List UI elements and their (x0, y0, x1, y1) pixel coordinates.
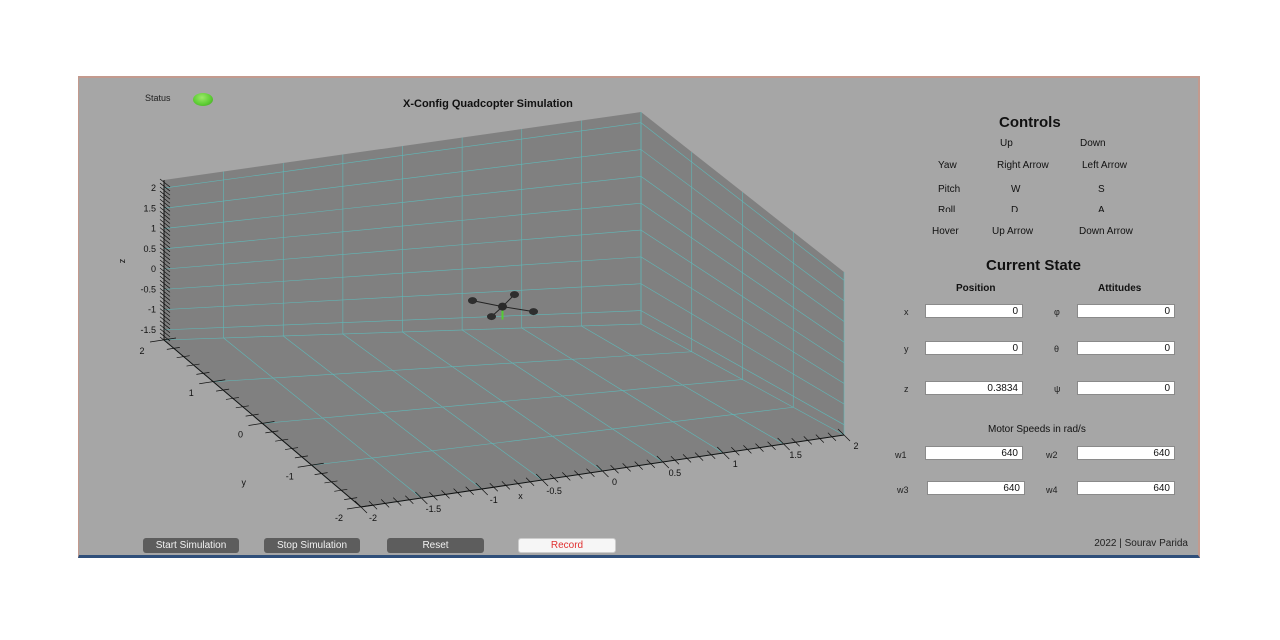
app-window: -2 -1.5 -1 -0.5 0 0.5 1 1.5 2 -2 -1 0 1 2 -1.5 -1 -0.5 0 0… (78, 76, 1200, 558)
controls-col-down: Down (1080, 138, 1106, 149)
control-yaw-up: Right Arrow (997, 160, 1049, 171)
position-y-label: y (904, 344, 909, 354)
controls-col-up: Up (1000, 138, 1013, 149)
x-tick-label: -2 (369, 513, 377, 523)
control-name-pitch: Pitch (938, 184, 961, 195)
z-tick-label: 0.5 (143, 244, 156, 254)
drone-rotor (529, 308, 538, 316)
control-hover-down: Down Arrow (1079, 226, 1133, 237)
position-x-field[interactable]: 0 (925, 304, 1023, 318)
position-z-label: z (904, 384, 909, 394)
drone-rotor (468, 297, 477, 305)
y-tick-label: -2 (335, 513, 343, 523)
x-tick-label: 2 (853, 441, 858, 451)
start-simulation-button[interactable]: Start Simulation (143, 538, 239, 553)
status-indicator-icon (193, 93, 213, 106)
control-roll-up: D (1011, 205, 1019, 212)
controls-heading: Controls (999, 114, 1061, 131)
record-button[interactable]: Record (518, 538, 616, 553)
z-tick-label: 0 (151, 264, 156, 274)
z-tick-label: -1 (148, 305, 156, 315)
x-tick-label: -1 (490, 495, 498, 505)
motor-w1-field[interactable]: 640 (925, 446, 1023, 460)
motor-w1-label: w1 (895, 450, 907, 460)
motor-w4-label: w4 (1046, 485, 1058, 495)
stop-simulation-button[interactable]: Stop Simulation (264, 538, 360, 553)
x-axis-label: x (518, 491, 523, 501)
status-label: Status (145, 93, 171, 103)
motor-w3-label: w3 (897, 485, 909, 495)
attitude-theta-label: θ (1054, 344, 1060, 354)
attitude-psi-field[interactable]: 0 (1077, 381, 1175, 395)
y-axis-label: y (242, 477, 247, 487)
position-y-field[interactable]: 0 (925, 341, 1023, 355)
motor-w4-field[interactable]: 640 (1077, 481, 1175, 495)
control-yaw-down: Left Arrow (1082, 160, 1128, 171)
attitude-theta-field[interactable]: 0 (1077, 341, 1175, 355)
y-tick-label: -1 (286, 471, 294, 481)
z-tick-label: 2 (151, 183, 156, 193)
z-tick-label: -0.5 (140, 284, 156, 294)
y-tick-label: 2 (139, 346, 144, 356)
attitude-psi-label: ψ (1054, 384, 1061, 394)
y-tick-label: 1 (189, 388, 194, 398)
motor-w3-field[interactable]: 640 (927, 481, 1025, 495)
x-tick-label: 1.5 (789, 450, 802, 460)
motor-w2-label: w2 (1046, 450, 1058, 460)
drone-rotor (510, 291, 519, 299)
attitudes-heading: Attitudes (1098, 283, 1142, 294)
z-axis-label: z (118, 259, 128, 264)
x-tick-label: 0.5 (669, 468, 682, 478)
y-tick-label: 0 (238, 430, 243, 440)
control-hover-up: Up Arrow (992, 226, 1034, 237)
position-z-field[interactable]: 0.3834 (925, 381, 1023, 395)
control-pitch-down: S (1098, 184, 1105, 195)
current-state-heading: Current State (986, 257, 1082, 274)
x-tick-label: 1 (733, 459, 738, 469)
drone-rotor (487, 313, 496, 321)
motor-w2-field[interactable]: 640 (1077, 446, 1175, 460)
plot-title: X-Config Quadcopter Simulation (403, 98, 573, 110)
drone-body (498, 302, 507, 311)
x-tick-label: -1.5 (426, 504, 442, 514)
position-x-label: x (904, 307, 909, 317)
control-roll-down: A (1098, 205, 1105, 212)
z-tick-label: 1.5 (143, 203, 156, 213)
control-name-yaw: Yaw (938, 160, 957, 171)
x-tick-label: -0.5 (546, 486, 562, 496)
3d-plot[interactable]: -2 -1.5 -1 -0.5 0 0.5 1 1.5 2 -2 -1 0 1 2 -1.5 -1 -0.5 0 0… (79, 78, 1201, 560)
z-tick-label: -1.5 (140, 325, 156, 335)
control-pitch-up: W (1011, 184, 1021, 195)
position-heading: Position (956, 283, 996, 294)
attitude-phi-label: φ (1054, 307, 1060, 317)
credit-text: 2022 | Sourav Parida (1094, 538, 1188, 549)
attitude-phi-field[interactable]: 0 (1077, 304, 1175, 318)
motor-speeds-heading: Motor Speeds in rad/s (988, 424, 1086, 435)
control-name-hover: Hover (932, 226, 959, 237)
reset-button[interactable]: Reset (387, 538, 484, 553)
control-name-roll: Roll (938, 205, 956, 212)
z-tick-label: 1 (151, 224, 156, 234)
x-tick-label: 0 (612, 477, 617, 487)
